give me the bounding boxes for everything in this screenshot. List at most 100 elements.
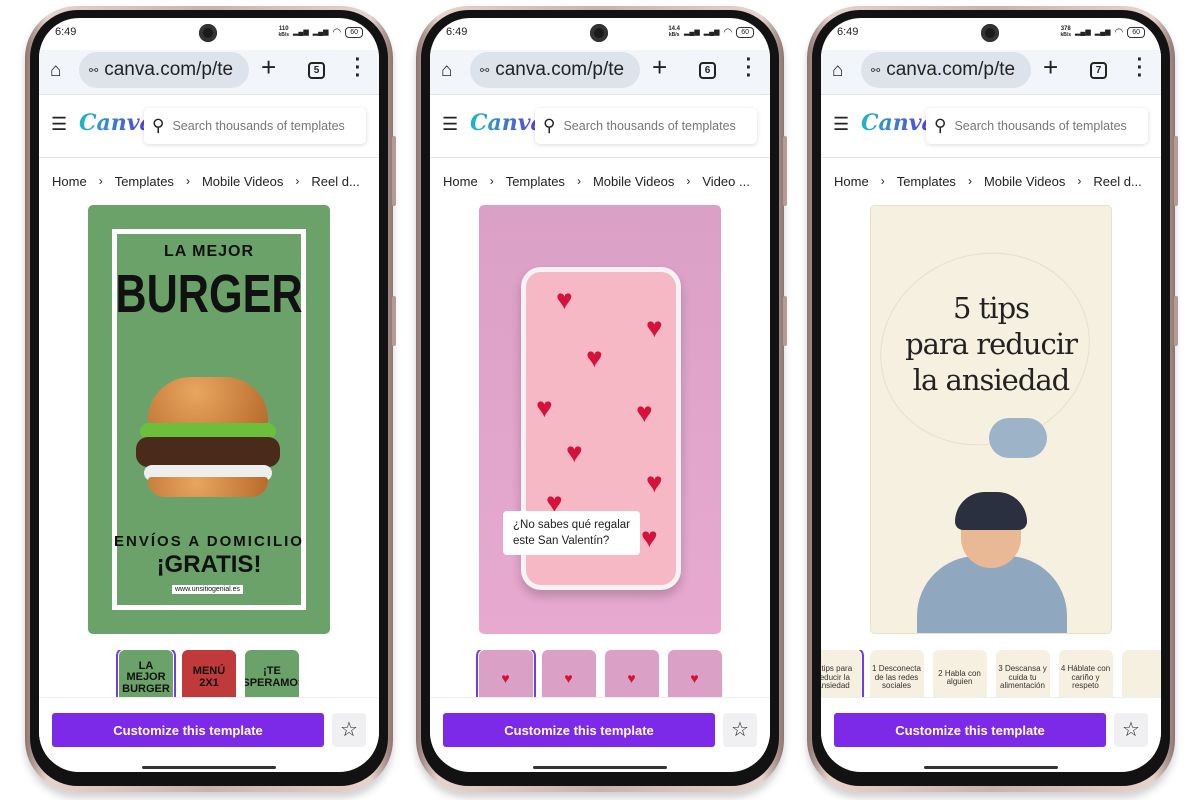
tab-switcher-button[interactable]: 7	[1090, 62, 1107, 79]
phone-screen: ⌂ ⚯ canva.com/p/te + 7 · · · 6:49 378 kB/s ▂…	[821, 18, 1161, 772]
more-menu-icon[interactable]: · · ·	[1136, 50, 1144, 86]
template-page-thumbnail[interactable]: 1 Desconecta de las redes sociales	[869, 650, 924, 700]
bottom-action-bar: Customize this template ☆	[821, 697, 1161, 760]
heart-icon: ♥	[690, 669, 699, 686]
front-camera	[981, 24, 999, 42]
template-page-thumbnail[interactable]: ♥	[667, 650, 722, 700]
breadcrumb-link[interactable]: Mobile Videos	[984, 174, 1065, 189]
breadcrumb-link[interactable]: Templates	[506, 174, 565, 189]
volume-button	[1174, 136, 1178, 206]
customize-template-button[interactable]: Customize this template	[834, 713, 1106, 747]
template-page-thumbnail[interactable]: 2 Habla con alguien	[932, 650, 987, 700]
status-icons: 378 kB/s ▂▄▆ ▂▄▆ ◠ 60	[1060, 26, 1145, 38]
breadcrumb: Home › Templates › Mobile Videos › Reel d...	[834, 174, 1142, 189]
address-bar[interactable]: ⚯ canva.com/p/te	[861, 52, 1031, 88]
search-icon: ⚲	[152, 116, 165, 135]
tab-switcher-button[interactable]: 5	[308, 62, 325, 79]
template-preview[interactable]: LA MEJOR BURGER ENVÍOS A DOMICILIO ¡GRAT…	[88, 205, 330, 634]
thumbnail-text: 4 Háblate con cariño y respeto	[1060, 664, 1111, 691]
canva-logo[interactable]: Canva	[79, 110, 154, 136]
phone-2: ⌂ ⚯ canva.com/p/te + 6 · · · 6:49 14.4 kB/s …	[416, 6, 787, 792]
brain-cloud-illustration	[989, 418, 1047, 458]
canva-logo[interactable]: Canva	[470, 110, 545, 136]
url-text: canva.com/p/te	[104, 59, 234, 80]
address-bar[interactable]: ⚯ canva.com/p/te	[79, 52, 249, 88]
home-indicator[interactable]	[142, 766, 276, 769]
breadcrumb-link[interactable]: Mobile Videos	[202, 174, 283, 189]
template-page-thumbnail[interactable]: 4 Háblate con cariño y respeto	[1058, 650, 1113, 700]
site-settings-icon[interactable]: ⚯	[871, 64, 880, 77]
template-preview[interactable]: 5 tips para reducir la ansiedad	[870, 205, 1112, 634]
caption-bubble: ¿No sabes qué regalar este San Valentín?	[503, 511, 640, 556]
search-input[interactable]: ⚲ Search thousands of templates	[144, 108, 366, 144]
home-indicator[interactable]	[924, 766, 1058, 769]
more-menu-icon[interactable]: · · ·	[745, 50, 753, 86]
phone-1: ⌂ ⚯ canva.com/p/te + 5 · · · 6:49 110 kB/s ▂…	[25, 6, 396, 792]
template-page-thumbnail[interactable]: ¡TE ESPERAMOS!	[245, 650, 299, 700]
customize-template-button[interactable]: Customize this template	[52, 713, 324, 747]
search-input[interactable]: ⚲ Search thousands of templates	[535, 108, 757, 144]
favorite-star-icon[interactable]: ☆	[1114, 713, 1148, 747]
thumbnail-text: 1 Desconecta de las redes sociales	[872, 664, 921, 691]
breadcrumb-link[interactable]: Templates	[897, 174, 956, 189]
home-indicator[interactable]	[533, 766, 667, 769]
breadcrumb-link[interactable]: Mobile Videos	[593, 174, 674, 189]
chevron-right-icon: ›	[295, 174, 300, 188]
hamburger-menu-icon[interactable]: ☰	[442, 114, 458, 135]
breadcrumb: Home › Templates › Mobile Videos › Video ...	[443, 174, 750, 189]
thumbnail-text: MENÚ 2X1	[192, 665, 226, 689]
favorite-star-icon[interactable]: ☆	[723, 713, 757, 747]
template-page-thumbnail[interactable]: 5 tips para reducir la ansiedad	[821, 650, 864, 700]
breadcrumb-link[interactable]: Reel d...	[1093, 174, 1141, 189]
breadcrumb-link[interactable]: Video ...	[702, 174, 749, 189]
address-bar[interactable]: ⚯ canva.com/p/te	[470, 52, 640, 88]
template-page-thumbnail[interactable]: MENÚ 2X1	[182, 650, 236, 700]
battery-indicator: 60	[345, 26, 363, 38]
breadcrumb-link[interactable]: Home	[52, 174, 87, 189]
browser-toolbar: ⌂ ⚯ canva.com/p/te + 7 · · ·	[821, 50, 1161, 95]
template-page-thumbnail[interactable]: ♥	[604, 650, 659, 700]
status-time: 6:49	[55, 26, 77, 38]
breadcrumb-link[interactable]: Home	[834, 174, 869, 189]
template-page-thumbnail[interactable]: LA MEJOR BURGER	[116, 650, 176, 700]
hamburger-menu-icon[interactable]: ☰	[833, 114, 849, 135]
status-time: 6:49	[837, 26, 859, 38]
heart-icon: ♥	[627, 669, 636, 686]
page-thumbnails: ♥ ♥ ♥ ♥	[430, 650, 770, 700]
thumbnail-text: 2 Habla con alguien	[938, 668, 981, 686]
breadcrumb-link[interactable]: Home	[443, 174, 478, 189]
search-input[interactable]: ⚲ Search thousands of templates	[926, 108, 1148, 144]
battery-indicator: 60	[736, 26, 754, 38]
thumbnail-text: ¡TE ESPERAMOS!	[245, 665, 299, 689]
new-tab-icon[interactable]: +	[1043, 52, 1058, 83]
favorite-star-icon[interactable]: ☆	[332, 713, 366, 747]
breadcrumb-link[interactable]: Templates	[115, 174, 174, 189]
template-page-thumbnail[interactable]: ♥	[475, 650, 536, 700]
template-preview[interactable]: ♥ ♥ ♥ ♥ ♥ ♥ ♥ ♥ ♥ ¿No sabes qué regalar este San…	[479, 205, 721, 634]
browser-toolbar: ⌂ ⚯ canva.com/p/te + 5 · · ·	[39, 50, 379, 95]
person-hair	[955, 492, 1027, 530]
site-settings-icon[interactable]: ⚯	[89, 64, 98, 77]
home-icon[interactable]: ⌂	[50, 60, 61, 82]
poster-text: LA MEJOR	[163, 243, 255, 260]
home-icon[interactable]: ⌂	[441, 60, 452, 82]
template-page-thumbnail[interactable]	[1121, 650, 1161, 700]
new-tab-icon[interactable]: +	[261, 52, 276, 83]
hamburger-menu-icon[interactable]: ☰	[51, 114, 67, 135]
site-settings-icon[interactable]: ⚯	[480, 64, 489, 77]
thumbnail-text: LA MEJOR BURGER	[122, 659, 170, 695]
url-text: canva.com/p/te	[886, 59, 1016, 80]
template-page-thumbnail[interactable]: ♥	[541, 650, 596, 700]
new-tab-icon[interactable]: +	[652, 52, 667, 83]
tab-switcher-button[interactable]: 6	[699, 62, 716, 79]
breadcrumb-link[interactable]: Reel d...	[311, 174, 359, 189]
canva-logo[interactable]: Canva	[861, 110, 936, 136]
poster-text: ENVÍOS A DOMICILIO	[114, 533, 304, 550]
phone-screen: ⌂ ⚯ canva.com/p/te + 6 · · · 6:49 14.4 kB/s …	[430, 18, 770, 772]
template-page-thumbnail[interactable]: 3 Descansa y cuida tu alimentación	[995, 650, 1050, 700]
customize-template-button[interactable]: Customize this template	[443, 713, 715, 747]
browser-toolbar: ⌂ ⚯ canva.com/p/te + 6 · · ·	[430, 50, 770, 95]
heart-lollipop-icon: ♥	[636, 397, 653, 428]
more-menu-icon[interactable]: · · ·	[354, 50, 362, 86]
home-icon[interactable]: ⌂	[832, 60, 843, 82]
